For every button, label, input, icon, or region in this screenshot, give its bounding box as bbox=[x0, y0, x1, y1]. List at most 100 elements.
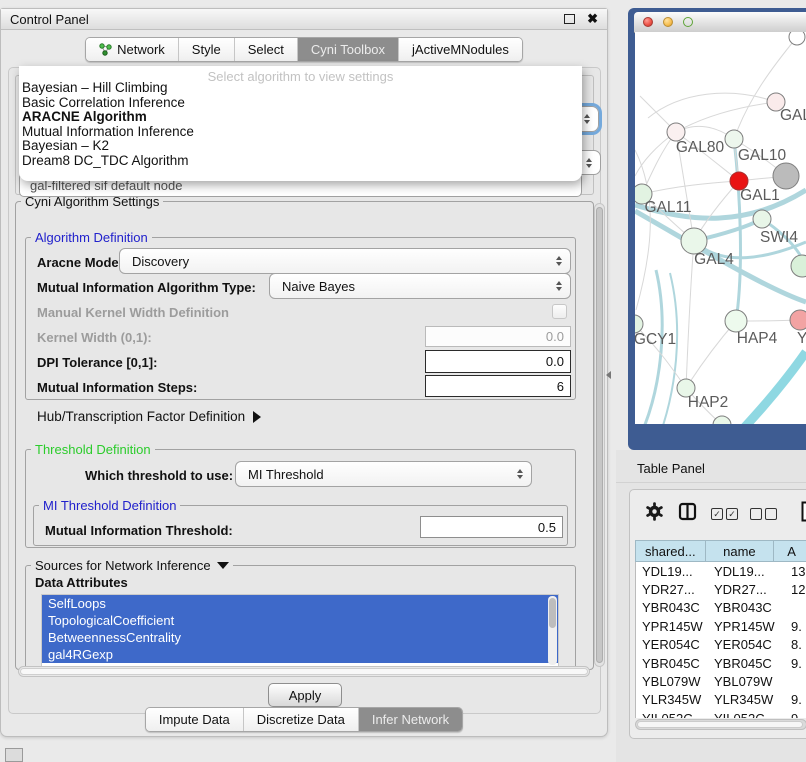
node-gray[interactable] bbox=[773, 163, 799, 189]
tab-impute-data[interactable]: Impute Data bbox=[146, 708, 244, 731]
close-icon[interactable]: ✖ bbox=[587, 11, 598, 27]
tab-label: Discretize Data bbox=[257, 712, 345, 727]
control-panel-tabbar: Network Style Select Cyni Toolbox jActiv… bbox=[1, 37, 607, 62]
table-row[interactable]: YER054C YER054C 8. bbox=[636, 636, 806, 654]
column-header[interactable]: shared... bbox=[635, 540, 705, 562]
mi-threshold-field[interactable]: 0.5 bbox=[420, 516, 563, 538]
apply-button[interactable]: Apply bbox=[268, 683, 342, 707]
mi-steps-field[interactable]: 6 bbox=[425, 375, 571, 397]
network-canvas[interactable]: GAL GAL80 GAL10 GAL1 GAL11 SWI4 GAL4 GCY… bbox=[635, 32, 806, 424]
kernel-width-field: 0.0 bbox=[425, 326, 571, 347]
dpi-tolerance-value: 0.0 bbox=[546, 354, 564, 369]
attribute-item[interactable]: TopologicalCoefficient bbox=[42, 612, 558, 629]
table-row[interactable]: YDL19... YDL19... 13 bbox=[636, 562, 806, 580]
float-window-icon[interactable] bbox=[564, 14, 575, 24]
column-browser-icon[interactable] bbox=[678, 502, 697, 526]
gear-icon[interactable] bbox=[645, 502, 664, 526]
popup-item[interactable]: Bayesian – Hill Climbing bbox=[22, 81, 579, 96]
node[interactable] bbox=[789, 32, 805, 45]
manual-kernel-checkbox[interactable] bbox=[552, 304, 567, 319]
sources-group-title[interactable]: Sources for Network Inference bbox=[31, 559, 233, 572]
table-row[interactable]: YLR345W YLR345W 9. bbox=[636, 691, 806, 709]
popup-item[interactable]: Dream8 DC_TDC Algorithm bbox=[22, 154, 579, 169]
node[interactable] bbox=[791, 255, 806, 277]
tab-cyni-toolbox[interactable]: Cyni Toolbox bbox=[298, 38, 399, 61]
tab-network[interactable]: Network bbox=[86, 38, 179, 61]
network-graph: GAL GAL80 GAL10 GAL1 GAL11 SWI4 GAL4 GCY… bbox=[635, 32, 806, 424]
attribute-item[interactable]: BetweennessCentrality bbox=[42, 629, 558, 646]
edge bbox=[676, 102, 776, 132]
popup-item[interactable]: Basic Correlation Inference bbox=[22, 96, 579, 111]
minimize-traffic-light-icon[interactable] bbox=[663, 17, 673, 27]
column-header[interactable]: name bbox=[705, 540, 774, 562]
aracne-mode-combo[interactable]: Discovery bbox=[119, 248, 571, 274]
node-hap4[interactable] bbox=[725, 310, 747, 332]
apply-button-label: Apply bbox=[289, 688, 322, 703]
cell: 9. bbox=[787, 656, 806, 671]
aracne-mode-value: Discovery bbox=[132, 254, 189, 269]
edge bbox=[686, 321, 736, 388]
tab-label: Cyni Toolbox bbox=[311, 42, 385, 57]
tab-jactivemnodules[interactable]: jActiveMNodules bbox=[399, 38, 522, 61]
minimized-panel-icon[interactable] bbox=[5, 748, 23, 762]
kernel-width-label: Kernel Width (0,1): bbox=[37, 330, 152, 345]
dpi-tolerance-field[interactable]: 0.0 bbox=[425, 350, 571, 373]
edge bbox=[686, 241, 694, 388]
cell: 9. bbox=[787, 619, 806, 634]
close-traffic-light-icon[interactable] bbox=[643, 17, 653, 27]
aracne-mode-label: Aracne Mode: bbox=[37, 255, 123, 270]
zoom-traffic-light-icon[interactable] bbox=[683, 17, 693, 27]
cell: YPR145W bbox=[712, 619, 787, 634]
tab-discretize-data[interactable]: Discretize Data bbox=[244, 708, 359, 731]
table-row[interactable]: YDR27... YDR27... 12 bbox=[636, 580, 806, 598]
which-threshold-combo[interactable]: MI Threshold bbox=[235, 461, 532, 487]
node-label: GAL bbox=[780, 107, 806, 124]
cell: YLR345W bbox=[712, 692, 787, 707]
column-header[interactable]: A bbox=[773, 540, 806, 562]
node-table: shared... name A YDL19... YDL19... 13 YD… bbox=[635, 540, 806, 718]
table-row[interactable]: YIL052C YIL052C 9 bbox=[636, 709, 806, 718]
cell: YDR27... bbox=[636, 582, 712, 597]
cell: 13 bbox=[787, 564, 806, 579]
network-window-titlebar[interactable] bbox=[634, 12, 806, 33]
tab-select[interactable]: Select bbox=[235, 38, 298, 61]
popup-item[interactable]: Mutual Information Inference bbox=[22, 125, 579, 140]
table-panel-region: Table Panel bbox=[616, 450, 806, 762]
table-row[interactable]: YBR045C YBR045C 9. bbox=[636, 654, 806, 672]
which-threshold-label: Which threshold to use: bbox=[85, 468, 233, 483]
data-attributes-list[interactable]: SelfLoops TopologicalCoefficient Between… bbox=[41, 594, 559, 667]
node[interactable] bbox=[713, 416, 731, 424]
node-swi4[interactable] bbox=[753, 210, 771, 228]
popup-item[interactable]: Bayesian – K2 bbox=[22, 139, 579, 154]
table-horizontal-scrollbar[interactable] bbox=[635, 719, 806, 730]
tab-infer-network[interactable]: Infer Network bbox=[359, 708, 462, 731]
deselect-all-icon[interactable] bbox=[750, 508, 777, 520]
network-window: GAL GAL80 GAL10 GAL1 GAL11 SWI4 GAL4 GCY… bbox=[628, 8, 806, 450]
splitter-collapse-arrow[interactable] bbox=[606, 371, 611, 379]
mi-algorithm-type-label: Mutual Information Algorithm Type: bbox=[37, 280, 256, 295]
cell: 8. bbox=[787, 637, 806, 652]
table-row[interactable]: YBR043C YBR043C bbox=[636, 599, 806, 617]
node-salmon[interactable] bbox=[790, 310, 806, 330]
document-icon[interactable] bbox=[801, 501, 806, 527]
attribute-item[interactable]: SelfLoops bbox=[42, 595, 558, 612]
cell: YLR345W bbox=[636, 692, 712, 707]
select-all-icon[interactable]: ✓✓ bbox=[711, 508, 738, 520]
attributes-scrollbar[interactable] bbox=[548, 596, 557, 665]
node-gal10[interactable] bbox=[725, 130, 743, 148]
control-panel: Control Panel ✖ Network bbox=[0, 8, 608, 737]
hub-definition-toggle[interactable]: Hub/Transcription Factor Definition bbox=[37, 409, 261, 424]
node-label: Y bbox=[797, 330, 806, 347]
node-label: GAL4 bbox=[694, 251, 734, 268]
settings-horizontal-scrollbar[interactable] bbox=[18, 666, 590, 677]
mi-algorithm-type-combo[interactable]: Naive Bayes bbox=[269, 273, 571, 299]
attribute-item[interactable]: gal4RGexp bbox=[42, 646, 558, 663]
table-row[interactable]: YPR145W YPR145W 9. bbox=[636, 617, 806, 635]
edge bbox=[648, 93, 776, 118]
settings-vertical-scrollbar[interactable] bbox=[594, 203, 605, 667]
tab-label: Infer Network bbox=[372, 712, 449, 727]
popup-item-selected[interactable]: ARACNE Algorithm bbox=[22, 110, 579, 125]
table-row[interactable]: YBL079W YBL079W bbox=[636, 672, 806, 690]
tab-style[interactable]: Style bbox=[179, 38, 235, 61]
network-icon bbox=[99, 43, 112, 56]
